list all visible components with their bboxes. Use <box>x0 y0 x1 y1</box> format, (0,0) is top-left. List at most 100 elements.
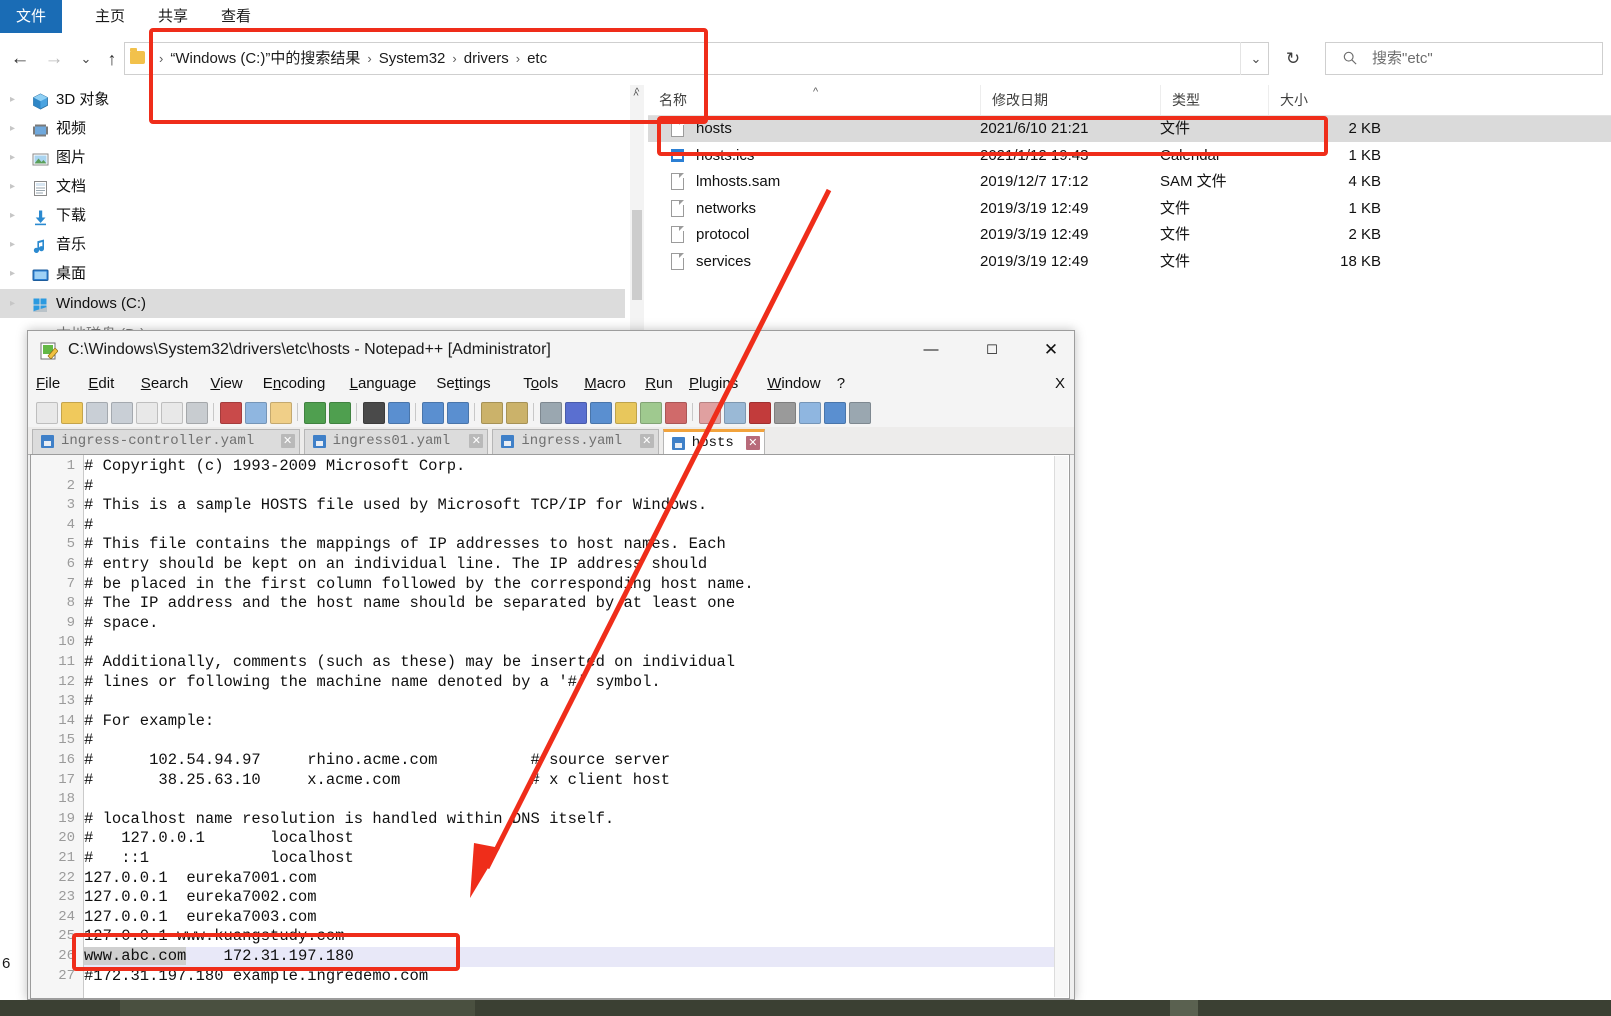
close-icon[interactable]: ✕ <box>469 434 484 448</box>
sidebar-item-6[interactable]: ▸ 桌面 <box>0 259 625 288</box>
list-scroll-up-icon[interactable]: ^ <box>628 86 644 106</box>
table-row[interactable]: lmhosts.sam 2019/12/7 17:12 SAM 文件 4 KB <box>648 169 1611 195</box>
column-header-date[interactable]: 修改日期 <box>980 85 1160 115</box>
new-file-icon[interactable] <box>36 402 58 424</box>
word-wrap-icon[interactable] <box>540 402 562 424</box>
print-icon[interactable] <box>186 402 208 424</box>
table-row[interactable]: hosts 2021/6/10 21:21 文件 2 KB <box>648 116 1611 142</box>
undo-icon[interactable] <box>304 402 326 424</box>
user-defined-dialog-icon[interactable] <box>615 402 637 424</box>
ribbon-tab-view[interactable]: 查看 <box>206 0 266 33</box>
chevron-right-icon[interactable]: ▸ <box>10 230 15 259</box>
close-icon[interactable]: ✕ <box>639 434 654 448</box>
close-icon[interactable]: ✕ <box>280 434 295 448</box>
column-header-size[interactable]: 大小 <box>1268 85 1398 115</box>
breadcrumb-item-1[interactable]: System32 <box>379 50 446 67</box>
close-document-button[interactable]: X <box>1055 369 1065 398</box>
editor-tab-2[interactable]: ingress.yaml ✕ <box>492 429 659 454</box>
chevron-right-icon[interactable]: ▸ <box>10 259 15 288</box>
run-macro-multiple-icon[interactable] <box>824 402 846 424</box>
editor-vertical-scrollbar[interactable] <box>1054 456 1068 997</box>
recent-locations-chevron-down-icon[interactable]: ⌄ <box>72 40 100 78</box>
chevron-right-icon[interactable]: ▸ <box>10 201 15 230</box>
show-all-chars-icon[interactable] <box>565 402 587 424</box>
sidebar-item-1[interactable]: ▸ 视频 <box>0 114 625 143</box>
menu-item-file[interactable]: File <box>36 369 60 398</box>
back-icon[interactable]: ← <box>6 40 34 78</box>
minimize-button[interactable]: — <box>908 331 954 369</box>
menu-item-window[interactable]: Window <box>767 369 820 398</box>
open-file-icon[interactable] <box>61 402 83 424</box>
save-icon[interactable] <box>86 402 108 424</box>
copy-icon[interactable] <box>245 402 267 424</box>
menu-item-language[interactable]: Language <box>350 369 417 398</box>
sidebar-item-4[interactable]: ▸ 下载 <box>0 201 625 230</box>
editor-tab-3[interactable]: hosts ✕ <box>662 429 765 454</box>
breadcrumb-item-0[interactable]: “Windows (C:)”中的搜索结果 <box>170 50 360 67</box>
menu-item-plugins[interactable]: Plugins <box>689 369 738 398</box>
close-file-icon[interactable] <box>136 402 158 424</box>
table-row[interactable]: networks 2019/3/19 12:49 文件 1 KB <box>648 196 1611 222</box>
chevron-right-icon[interactable]: ▸ <box>10 172 15 201</box>
forward-icon[interactable]: → <box>40 40 68 78</box>
sidebar-item-0[interactable]: ▸ 3D 对象 <box>0 85 625 114</box>
record-macro-icon[interactable] <box>749 402 771 424</box>
close-all-icon[interactable] <box>161 402 183 424</box>
text-editor[interactable]: # Copyright (c) 1993-2009 Microsoft Corp… <box>30 454 1070 999</box>
menu-item-edit[interactable]: Edit <box>88 369 114 398</box>
breadcrumb-item-2[interactable]: drivers <box>464 50 509 67</box>
folder-as-workspace-icon[interactable] <box>699 402 721 424</box>
menu-item-search[interactable]: Search <box>141 369 189 398</box>
refresh-icon[interactable]: ↻ <box>1276 42 1310 75</box>
ribbon-tab-share[interactable]: 共享 <box>143 0 203 33</box>
ribbon-tab-file[interactable]: 文件 <box>0 0 62 33</box>
close-icon[interactable]: ✕ <box>745 436 760 450</box>
play-macro-icon[interactable] <box>799 402 821 424</box>
ribbon-tab-home[interactable]: 主页 <box>80 0 140 33</box>
paste-icon[interactable] <box>270 402 292 424</box>
chevron-right-icon[interactable]: ▸ <box>10 143 15 172</box>
table-row[interactable]: services 2019/3/19 12:49 文件 18 KB <box>648 249 1611 275</box>
indent-guide-icon[interactable] <box>590 402 612 424</box>
sidebar-item-3[interactable]: ▸ 文档 <box>0 172 625 201</box>
find-icon[interactable] <box>363 402 385 424</box>
address-chevron-down-icon[interactable]: ⌄ <box>1240 42 1271 75</box>
cut-icon[interactable] <box>220 402 242 424</box>
sync-horizontal-icon[interactable] <box>506 402 528 424</box>
menu-item-settings[interactable]: Settings <box>436 369 490 398</box>
breadcrumb-item-3[interactable]: etc <box>527 50 547 67</box>
chevron-right-icon[interactable]: ▸ <box>10 114 15 143</box>
chevron-right-icon[interactable]: ▸ <box>10 85 15 114</box>
navigation-pane-scrollbar[interactable]: ^ <box>630 85 644 332</box>
table-row[interactable]: protocol 2019/3/19 12:49 文件 2 KB <box>648 222 1611 248</box>
menu-item-view[interactable]: View <box>210 369 242 398</box>
column-header-type[interactable]: 类型 <box>1160 85 1268 115</box>
save-macro-icon[interactable] <box>849 402 871 424</box>
table-row[interactable]: hosts.ics 2021/1/12 19:43 Calendar 1 KB <box>648 143 1611 169</box>
menu-item-encoding[interactable]: Encoding <box>263 369 326 398</box>
chevron-right-icon[interactable]: ▸ <box>10 289 15 318</box>
sidebar-item-2[interactable]: ▸ 图片 <box>0 143 625 172</box>
redo-icon[interactable] <box>329 402 351 424</box>
maximize-button[interactable]: ☐ <box>969 331 1015 369</box>
editor-tab-1[interactable]: ingress01.yaml ✕ <box>303 429 489 454</box>
zoom-out-icon[interactable] <box>447 402 469 424</box>
sync-vertical-icon[interactable] <box>481 402 503 424</box>
save-all-icon[interactable] <box>111 402 133 424</box>
search-input[interactable] <box>1325 42 1603 75</box>
sidebar-item-7[interactable]: ▸ Windows (C:) <box>0 289 625 318</box>
zoom-in-icon[interactable] <box>422 402 444 424</box>
function-list-icon[interactable] <box>665 402 687 424</box>
document-map-icon[interactable] <box>640 402 662 424</box>
menu-item-tools[interactable]: Tools <box>523 369 558 398</box>
editor-text-area[interactable]: # Copyright (c) 1993-2009 Microsoft Corp… <box>84 455 1055 998</box>
menu-item-[interactable]: ? <box>837 369 845 398</box>
sidebar-item-5[interactable]: ▸ 音乐 <box>0 230 625 259</box>
editor-tab-0[interactable]: ingress-controller.yaml ✕ <box>32 429 300 454</box>
menu-item-macro[interactable]: Macro <box>584 369 626 398</box>
monitoring-icon[interactable] <box>724 402 746 424</box>
scrollbar-thumb[interactable] <box>632 210 642 300</box>
replace-icon[interactable] <box>388 402 410 424</box>
up-one-level-icon[interactable]: ↑ <box>98 40 126 78</box>
menu-item-run[interactable]: Run <box>645 369 673 398</box>
